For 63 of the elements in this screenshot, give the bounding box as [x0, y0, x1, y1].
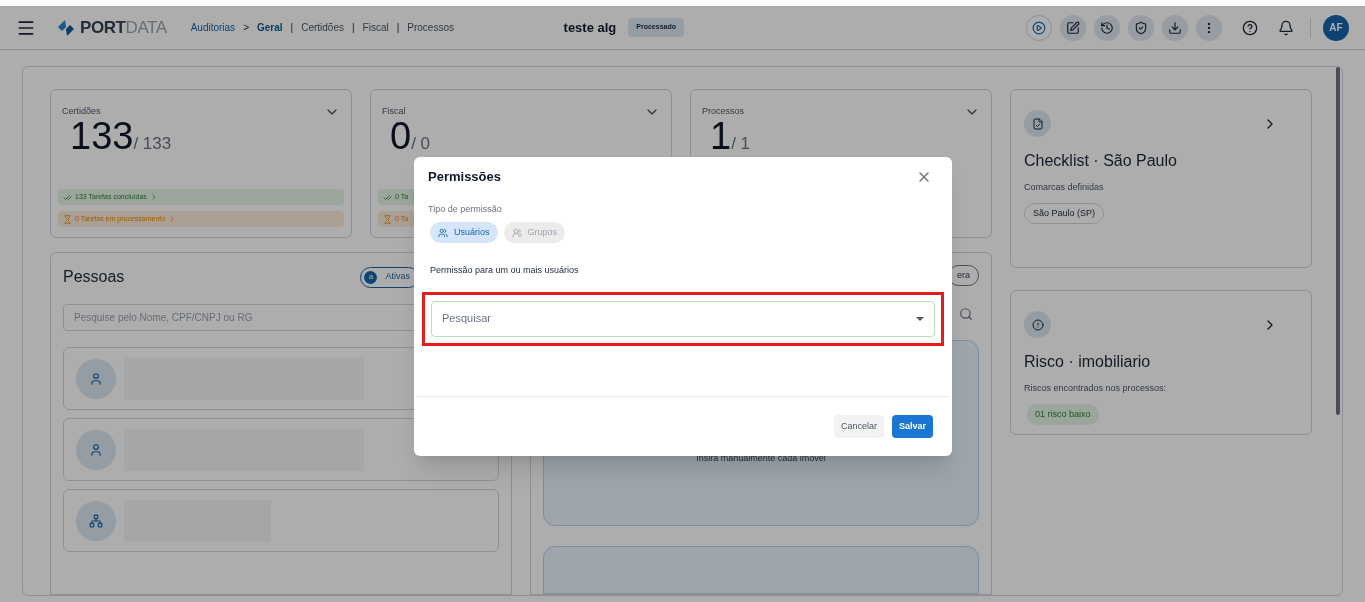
users-icon — [438, 227, 448, 238]
download-button[interactable] — [1162, 14, 1188, 41]
user-select[interactable]: Pesquisar — [431, 300, 935, 337]
document-check-icon — [1024, 110, 1051, 137]
count-total: / 133 — [133, 134, 172, 154]
audit-title: teste alg — [563, 18, 617, 37]
edit-icon — [1066, 20, 1080, 35]
edit-button[interactable] — [1060, 14, 1086, 41]
save-button[interactable]: Salvar — [891, 415, 933, 438]
hourglass-icon — [383, 214, 392, 224]
risk-card[interactable]: Risco · imobiliario Riscos encontrados nos processos: 01 risco baixo — [1010, 290, 1312, 435]
breadcrumb-link[interactable]: Geral — [256, 20, 283, 35]
person-avatar — [76, 429, 116, 470]
permission-type-chip[interactable]: Usuários — [430, 222, 498, 243]
breadcrumb-separator: | — [290, 21, 294, 35]
card-title: Risco · imobiliario — [1024, 352, 1152, 372]
card-title: Certidões — [62, 105, 101, 119]
play-icon — [1032, 20, 1046, 35]
card-subtitle: Comarcas definidas — [1024, 181, 1105, 194]
card-title: Checklist · São Paulo — [1024, 151, 1178, 171]
breadcrumb-link[interactable]: Fiscal — [362, 20, 389, 35]
search-icon[interactable] — [959, 307, 973, 321]
person-avatar — [76, 358, 116, 399]
count-value: 0 — [390, 116, 412, 156]
cancel-button[interactable]: Cancelar — [833, 415, 884, 438]
card-title: Fiscal — [382, 105, 406, 119]
breadcrumb-separator: | — [351, 21, 355, 35]
double-check-icon — [383, 192, 392, 202]
help-icon[interactable] — [1242, 19, 1258, 36]
people-title: Pessoas — [63, 267, 125, 287]
breadcrumb-link[interactable]: Certidões — [301, 20, 344, 35]
type-label: Tipo de permissão — [427, 202, 503, 216]
brand-name: PORTDATA — [80, 16, 167, 39]
company-avatar — [76, 500, 116, 541]
hint-text: Permissão para um ou mais usuários — [429, 264, 580, 277]
breadcrumb-link[interactable]: Auditorias — [190, 20, 236, 35]
count-value: 133 — [70, 116, 134, 156]
hourglass-icon — [63, 214, 72, 224]
checklist-card[interactable]: Checklist · São Paulo Comarcas definidas São Paulo (SP) — [1010, 89, 1312, 268]
history-button[interactable] — [1094, 14, 1120, 41]
dialog-title: Permissões — [428, 168, 501, 186]
card-title: Processos — [702, 105, 745, 119]
scrollbar[interactable] — [1336, 67, 1340, 415]
history-icon — [1100, 20, 1114, 35]
play-button[interactable] — [1026, 14, 1052, 41]
notification-icon[interactable] — [1278, 19, 1294, 36]
group-icon — [511, 227, 522, 238]
breadcrumb-separator: | — [396, 21, 400, 35]
download-icon — [1168, 20, 1182, 35]
dropdown-arrow-icon — [916, 316, 924, 321]
double-check-icon — [63, 192, 72, 202]
alert-icon — [1024, 311, 1051, 338]
breadcrumb-link[interactable]: Processos — [407, 20, 454, 35]
count-total: / 1 — [731, 134, 751, 154]
count-value: 1 — [710, 116, 732, 156]
shield-icon — [1134, 20, 1148, 35]
breadcrumb-separator: > — [243, 21, 249, 35]
person-row[interactable] — [63, 418, 499, 481]
count-total: / 0 — [411, 134, 431, 154]
card-subtitle: Riscos encontrados nos processos: — [1024, 382, 1168, 395]
risk-tag: 01 risco baixo — [1027, 403, 1099, 425]
user-avatar[interactable]: AF — [1323, 14, 1349, 41]
shield-button[interactable] — [1128, 14, 1154, 41]
